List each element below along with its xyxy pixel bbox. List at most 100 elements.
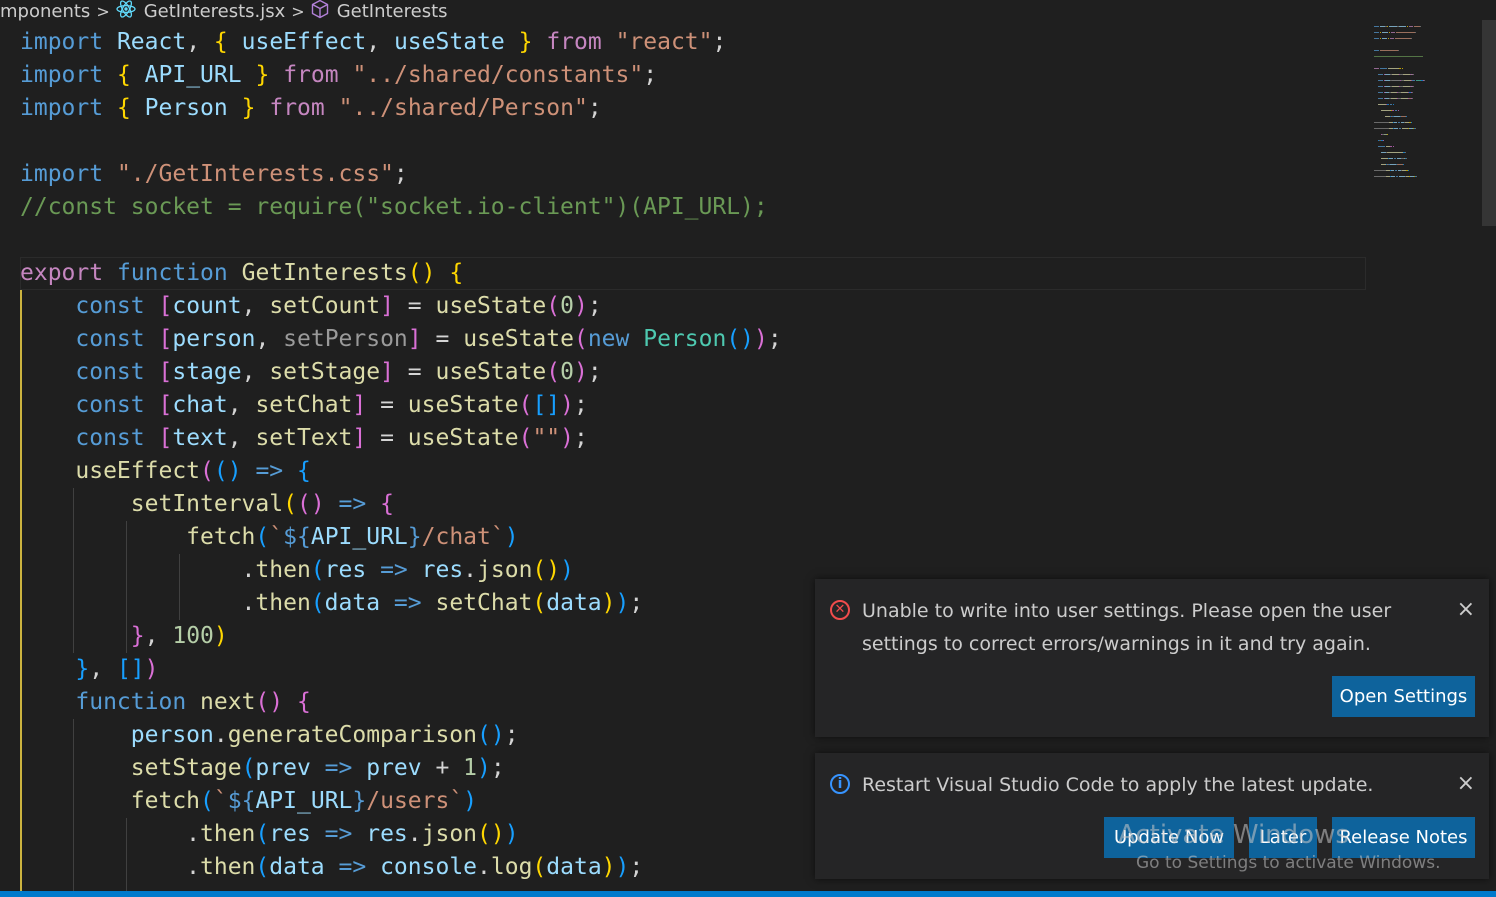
code-line[interactable]: import React, { useEffect, useState } fr…: [20, 26, 726, 59]
code-token: from: [283, 62, 339, 88]
code-line[interactable]: import "./GetInterests.css";: [20, 158, 408, 191]
code-line[interactable]: function next() {: [20, 686, 310, 719]
code-token: ;: [393, 161, 408, 187]
code-line[interactable]: fetch(`${API_URL}/users`): [20, 785, 477, 818]
code-token: API_URL: [255, 788, 353, 814]
minimap-token: [1382, 38, 1387, 39]
code-token: }: [130, 623, 145, 649]
minimap-token: [1401, 92, 1408, 93]
minimap-token: [1387, 104, 1389, 105]
code-token: ;: [490, 755, 505, 781]
code-line[interactable]: setInterval(() => {: [20, 488, 394, 521]
code-line[interactable]: .then(data => console.log(data));: [20, 851, 643, 884]
code-token: Person: [144, 95, 228, 121]
code-line[interactable]: import { Person } from "../shared/Person…: [20, 92, 602, 125]
code-token: chat: [172, 392, 228, 418]
minimap[interactable]: [1370, 20, 1482, 200]
code-token: ): [213, 623, 228, 649]
code-token: ;: [574, 392, 588, 418]
code-token: ): [601, 854, 616, 880]
code-token: (: [532, 854, 547, 880]
code-line[interactable]: import { API_URL } from "../shared/const…: [20, 59, 657, 92]
code-line[interactable]: }, []): [20, 653, 158, 686]
minimap-token: [1387, 134, 1388, 135]
code-line[interactable]: const [chat, setChat] = useState([]);: [20, 389, 588, 422]
breadcrumb-file[interactable]: GetInterests.jsx: [116, 0, 285, 22]
error-notification: ✕ Unable to write into user settings. Pl…: [815, 579, 1489, 737]
minimap-token: [1378, 104, 1386, 105]
code-token: const: [75, 293, 145, 319]
code-line[interactable]: const [count, setCount] = useState(0);: [20, 290, 601, 323]
breadcrumb: mponents > GetInterests.jsx > GetInteres…: [0, 0, 1496, 22]
code-line[interactable]: .then(res => res.json()): [20, 554, 574, 587]
code-token: [: [158, 392, 173, 418]
code-line[interactable]: person.generateComparison();: [20, 719, 519, 752]
code-token: (): [477, 821, 505, 847]
code-line[interactable]: fetch(`${API_URL}/chat`): [20, 521, 518, 554]
close-icon[interactable]: ×: [1457, 771, 1475, 797]
close-icon[interactable]: ×: [1457, 597, 1475, 623]
minimap-token: [1420, 26, 1421, 27]
code-token: then: [200, 821, 256, 847]
code-line[interactable]: const [stage, setStage] = useState(0);: [20, 356, 601, 389]
minimap-token: [1392, 86, 1399, 87]
code-line[interactable]: const [text, setText] = useState("");: [20, 422, 587, 455]
breadcrumb-symbol[interactable]: GetInterests: [311, 0, 448, 22]
code-line[interactable]: //const socket = require("socket.io-clie…: [20, 191, 768, 224]
code-token: (): [296, 491, 325, 517]
code-token: "./GetInterests.css": [116, 161, 394, 187]
scrollbar-thumb[interactable]: [1482, 20, 1496, 226]
code-token: GetInterests: [241, 260, 408, 286]
minimap-token: [1383, 140, 1384, 141]
code-token: ]: [380, 293, 394, 319]
code-line[interactable]: export function GetInterests() {: [20, 257, 463, 290]
minimap-token: [1390, 104, 1392, 105]
minimap-token: [1406, 158, 1407, 159]
breadcrumb-folder[interactable]: mponents: [0, 1, 90, 22]
code-token: const: [75, 392, 145, 418]
code-token: ): [560, 425, 574, 451]
code-token: const: [75, 425, 145, 451]
code-token: (: [200, 458, 214, 484]
minimap-token: [1424, 80, 1425, 81]
minimap-token: [1395, 170, 1397, 171]
code-token: ): [574, 293, 588, 319]
code-token: .: [213, 722, 228, 748]
minimap-token: [1374, 56, 1423, 57]
minimap-token: [1378, 80, 1383, 81]
code-token: [: [158, 359, 173, 385]
release-notes-button[interactable]: Release Notes: [1332, 817, 1475, 858]
code-token: "../shared/Person": [338, 95, 588, 121]
minimap-token: [1405, 152, 1406, 153]
code-line[interactable]: }, 100): [20, 620, 228, 653]
code-token: /users`: [366, 788, 464, 814]
minimap-token: [1380, 68, 1387, 69]
code-token: next: [200, 689, 256, 715]
minimap-token: [1393, 146, 1394, 147]
code-line[interactable]: .then(data => setChat(data));: [20, 587, 644, 620]
open-settings-button[interactable]: Open Settings: [1332, 676, 1475, 717]
code-token: setStage: [130, 755, 242, 781]
code-line[interactable]: const [person, setPerson] = useState(new…: [20, 323, 781, 356]
minimap-token: [1391, 170, 1394, 171]
code-token: API_URL: [144, 62, 242, 88]
minimap-token: [1380, 32, 1381, 33]
later-button[interactable]: Later: [1249, 817, 1317, 858]
minimap-token: [1374, 26, 1379, 27]
code-token: }: [407, 524, 422, 550]
code-line[interactable]: useEffect(() => {: [20, 455, 310, 488]
minimap-token: [1390, 38, 1394, 39]
code-line[interactable]: setStage(prev => prev + 1);: [20, 752, 505, 785]
code-token: ): [560, 557, 574, 583]
code-line[interactable]: .then(res => res.json()): [20, 818, 518, 851]
update-now-button[interactable]: Update Now: [1104, 817, 1234, 858]
